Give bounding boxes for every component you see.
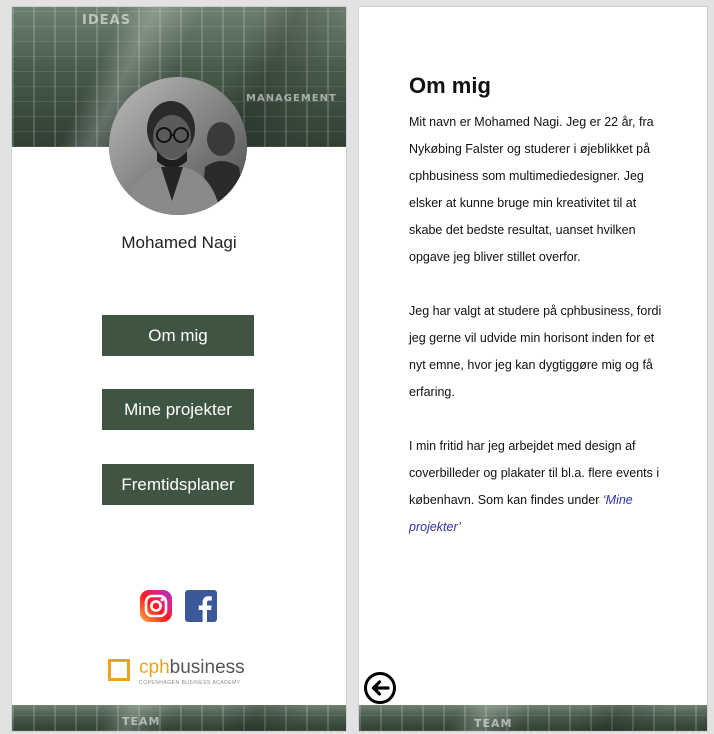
banner-word: TEAM (122, 715, 161, 728)
footer-banner-image: TEAM (359, 705, 707, 731)
mine-projekter-button[interactable]: Mine projekter (102, 389, 254, 430)
instagram-icon[interactable] (139, 589, 173, 623)
facebook-icon[interactable] (184, 589, 218, 623)
banner-word: IDEAS (82, 13, 131, 28)
button-label: Mine projekter (124, 399, 232, 419)
page-title: Om mig (409, 73, 491, 98)
logo-text-cph: cph (139, 657, 170, 678)
logo-text-business: business (169, 657, 245, 678)
om-mig-button[interactable]: Om mig (102, 315, 254, 356)
footer-banner-image: TEAM (12, 705, 346, 731)
banner-word: TEAM (474, 717, 513, 730)
fremtidsplaner-button[interactable]: Fremtidsplaner (102, 464, 254, 505)
logo-square-icon (108, 659, 130, 681)
about-paragraph: Jeg har valgt at studere på cphbusiness,… (409, 304, 662, 399)
button-label: Fremtidsplaner (121, 474, 235, 494)
about-content: Om mig Mit navn er Mohamed Nagi. Jeg er … (409, 73, 669, 568)
banner-word: MANAGEMENT (246, 93, 337, 104)
cphbusiness-logo: cphbusiness COPENHAGEN BUSINESS ACADEMY (108, 657, 258, 691)
about-paragraph: Mit navn er Mohamed Nagi. Jeg er 22 år, … (409, 115, 654, 264)
logo-tagline: COPENHAGEN BUSINESS ACADEMY (139, 680, 241, 686)
about-screen: Om mig Mit navn er Mohamed Nagi. Jeg er … (358, 6, 708, 732)
about-paragraph: I min fritid har jeg arbejdet med design… (409, 433, 669, 541)
back-arrow-icon[interactable] (363, 671, 397, 705)
avatar (109, 77, 247, 215)
button-label: Om mig (148, 325, 208, 345)
home-screen: IDEAS MANAGEMENT Mohamed Nagi Om mig Min… (11, 6, 347, 732)
profile-name: Mohamed Nagi (121, 233, 237, 252)
